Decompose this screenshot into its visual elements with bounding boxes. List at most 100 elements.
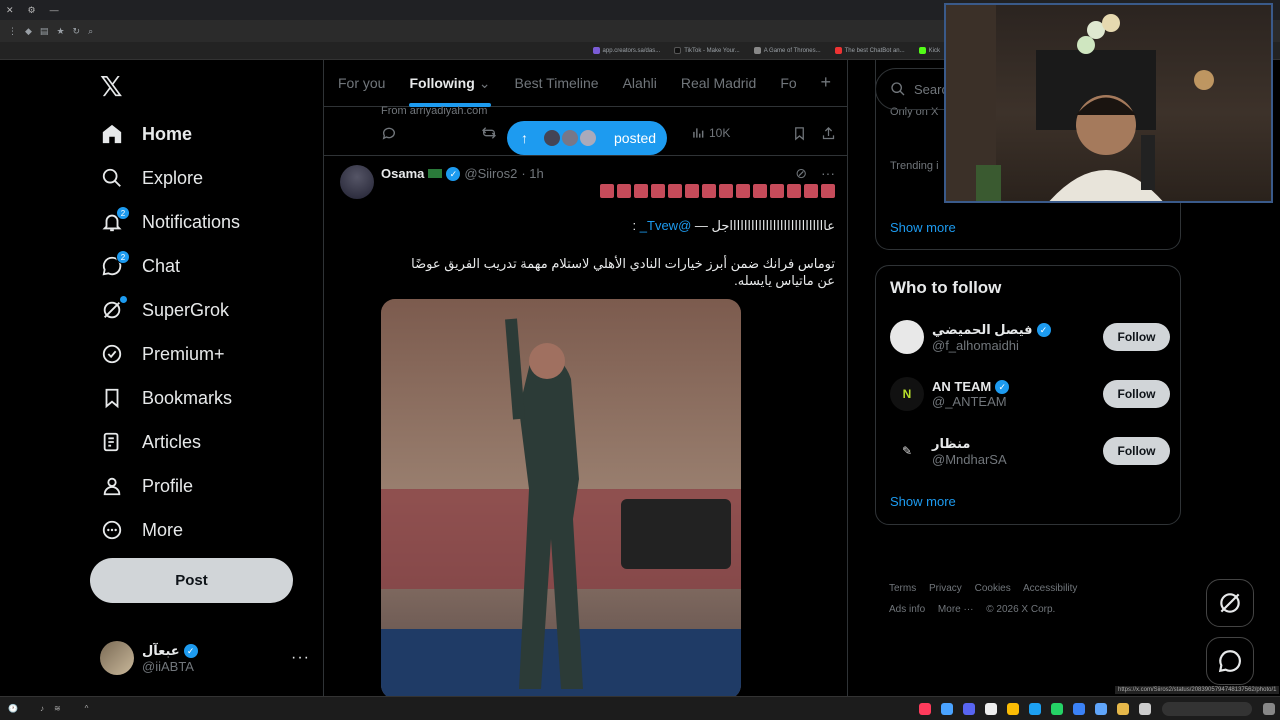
tiktok-icon[interactable] [919,702,931,715]
settings-icon[interactable]: ⚙ [28,5,36,16]
follow-suggestion[interactable]: N AN TEAM ✓ @_ANTEAM Follow [890,374,1170,414]
app-icon[interactable] [1073,702,1085,715]
bookmark-item[interactable]: The best ChatBot an... [834,47,905,54]
volume-icon[interactable]: ♪ [40,704,44,713]
whatsapp-icon[interactable] [1051,702,1063,715]
bell-icon: 2 [100,206,130,234]
account-switcher[interactable]: عبعآل ✓ @iiABTA ··· [100,638,310,678]
app-icon[interactable] [1139,702,1151,715]
left-sidebar: 𝕏 Home Explore 2 Notifications 2 Chat Su… [0,60,323,696]
share-icon[interactable] [821,126,836,141]
nav-bookmarks[interactable]: Bookmarks [100,382,232,414]
views-count: 10K [709,126,731,140]
footer-link-cookies[interactable]: Cookies [975,583,1011,594]
menu-icon[interactable]: ⋮ [8,26,17,37]
nav-supergrok[interactable]: SuperGrok [100,294,229,326]
chevron-up-icon[interactable]: ^ [85,704,89,713]
footer-link-privacy[interactable]: Privacy [929,583,962,594]
windows-start-icon[interactable] [1263,702,1275,715]
show-more-link[interactable]: Show more [890,220,956,235]
bookmark-item[interactable]: A Game of Thrones... [753,47,821,54]
nav-more[interactable]: More [100,514,183,546]
app-icon[interactable] [985,702,997,715]
app-icon[interactable] [1095,702,1107,715]
who-to-follow: Who to follow فيصل الحميضي ✓ @f_alhomaidh… [875,265,1181,525]
avatar: ✎ [890,434,924,468]
nav-profile[interactable]: Profile [100,470,193,502]
messages-fab[interactable] [1206,637,1254,685]
views-stat[interactable]: 10K [691,126,730,140]
tab-best-timeline[interactable]: Best Timeline [515,60,599,107]
grok-icon[interactable]: ⊘ [795,165,807,182]
avatar [578,128,598,148]
verified-icon: ✓ [1036,322,1051,337]
tab-icon[interactable]: ▤ [40,26,49,37]
arrow-up-icon: ↑ [521,130,528,146]
reload-icon[interactable]: ↻ [73,26,81,37]
tab-real-madrid[interactable]: Real Madrid [681,60,756,107]
tweet-time[interactable]: · 1h [521,166,543,181]
app-icon[interactable] [941,702,953,715]
zoom-icon[interactable]: ⌕ [88,26,93,37]
bookmark-item[interactable]: Kick [918,47,940,54]
new-posts-pill[interactable]: ↑ posted [507,121,667,155]
chrome-icon[interactable] [1007,702,1019,715]
search-bar[interactable] [1162,701,1252,716]
nav-label: Articles [142,431,202,452]
close-window-icon[interactable]: ✕ [6,5,14,16]
avatar [542,128,562,148]
bookmark-item[interactable]: app.creators.sa/das... [592,47,660,54]
discord-icon[interactable] [963,702,975,715]
x-logo-icon[interactable]: 𝕏 [100,70,123,103]
grok-fab[interactable] [1206,579,1254,627]
reply-icon[interactable] [381,125,397,141]
nav-home[interactable]: Home [100,118,192,150]
avatar[interactable] [340,165,374,199]
webcam-overlay [944,3,1273,203]
tweet-author-name[interactable]: Osama [381,166,424,181]
footer-link-accessibility[interactable]: Accessibility [1023,583,1077,594]
mention-link[interactable]: @Tvew_ [640,218,692,233]
add-tab-icon[interactable]: + [820,72,831,93]
network-icon[interactable]: ≋ [54,704,61,713]
more-dots-icon[interactable]: ··· [291,649,310,667]
follow-button[interactable]: Follow [1103,323,1170,351]
extension-icon[interactable]: ◆ [25,26,32,37]
avatar: N [890,377,924,411]
footer-link-more[interactable]: More ··· [938,604,974,615]
show-more-link[interactable]: Show more [890,494,956,509]
nav-articles[interactable]: Articles [100,426,201,458]
nav-premium[interactable]: Premium+ [100,338,225,370]
footer-link-ads[interactable]: Ads info [889,604,925,615]
more-dots-icon[interactable]: ··· [821,165,835,182]
footer-link-terms[interactable]: Terms [889,583,916,594]
follow-button[interactable]: Follow [1103,437,1170,465]
tweet-header: Osama ✓ @Siiros2 · 1h [381,166,544,181]
tab-fo[interactable]: Fo [780,60,796,107]
follow-suggestion[interactable]: ✎ منظار @MndharSA Follow [890,431,1170,471]
minimize-icon[interactable]: — [50,5,59,15]
nav-chat[interactable]: 2 Chat [100,250,180,282]
star-icon[interactable]: ★ [56,26,64,37]
nav-explore[interactable]: Explore [100,162,203,194]
tweet[interactable]: Osama ✓ @Siiros2 · 1h ⊘ ··· عااااااااااا… [324,157,847,696]
folder-icon[interactable] [1117,702,1129,715]
tweet-photo[interactable] [381,299,741,696]
repost-icon[interactable] [481,125,497,141]
follow-button[interactable]: Follow [1103,380,1170,408]
tweet-handle[interactable]: @Siiros2 [464,166,517,181]
clock-icon: 🕐 [8,704,18,713]
trend-item[interactable]: Trending i [890,160,939,172]
app-icon[interactable] [1029,702,1041,715]
home-icon [100,122,124,146]
tab-for-you[interactable]: For you [338,60,385,107]
bookmark-item[interactable]: TikTok - Make Your... [674,47,740,54]
tab-following[interactable]: Following ⌄ [409,60,491,107]
premium-icon [100,342,124,366]
follow-suggestion[interactable]: فيصل الحميضي ✓ @f_alhomaidhi Follow [890,317,1170,357]
account-handle: @iiABTA [142,658,194,674]
nav-notifications[interactable]: 2 Notifications [100,206,240,238]
bookmark-post-icon[interactable] [792,126,807,141]
post-button[interactable]: Post [90,558,293,603]
tab-alahli[interactable]: Alahli [623,60,657,107]
